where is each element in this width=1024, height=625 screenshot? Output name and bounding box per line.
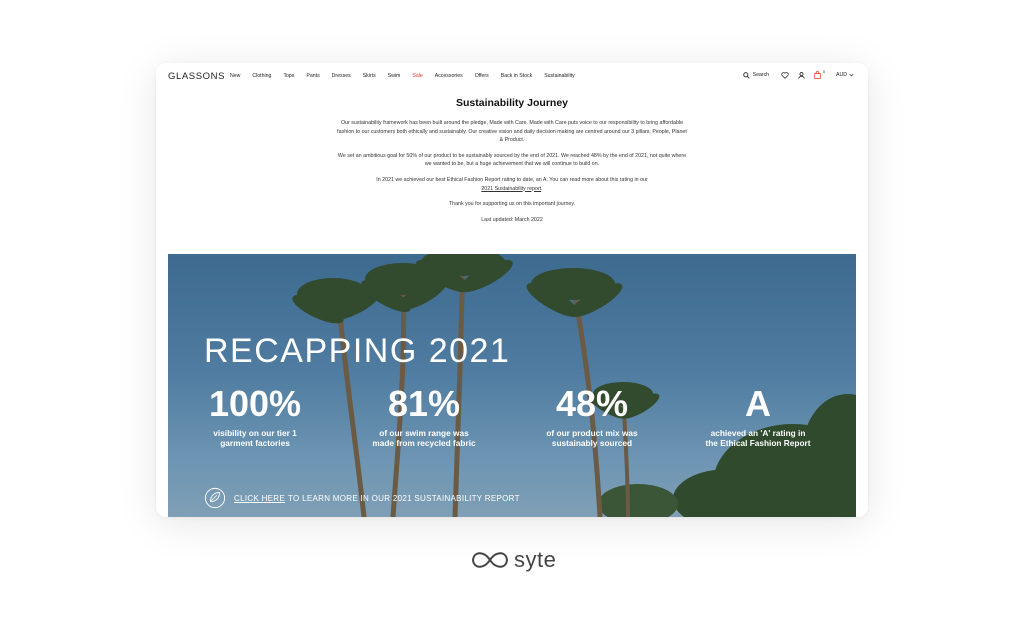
cta-text: TO LEARN MORE IN OUR 2021 SUSTAINABILITY… xyxy=(288,493,520,503)
syte-brand: syte xyxy=(470,547,556,573)
browser-card: GLASSONS New Clothing Tops Pants Dresses… xyxy=(156,63,868,517)
wishlist-button[interactable] xyxy=(781,71,789,79)
chevron-down-icon xyxy=(849,73,854,77)
stat-factory-visibility: 100% visibility on our tier 1 garment fac… xyxy=(190,383,320,449)
search-icon xyxy=(742,71,750,79)
shopping-bag-icon xyxy=(814,71,821,79)
menu-item-sale[interactable]: Sale xyxy=(412,73,422,79)
stat-sustainable-sourcing: 48% of our product mix was sustainably so… xyxy=(527,383,657,449)
menu-item-swim[interactable]: Swim xyxy=(388,73,401,79)
menu-item-new[interactable]: New xyxy=(230,73,240,79)
stat-value: A xyxy=(745,383,771,424)
top-nav: GLASSONS New Clothing Tops Pants Dresses… xyxy=(156,63,868,91)
recap-hero-banner[interactable]: RECAPPING 2021 100% visibility on our ti… xyxy=(168,254,856,517)
main-menu: New Clothing Tops Pants Dresses Skirts S… xyxy=(230,73,587,79)
menu-item-dresses[interactable]: Dresses xyxy=(332,73,351,79)
stat-ethical-rating: A achieved an 'A' rating in the Ethical F… xyxy=(693,383,823,449)
heart-icon xyxy=(781,71,789,79)
menu-item-sustainability[interactable]: Sustainability xyxy=(544,73,575,79)
syte-logo-icon xyxy=(471,552,509,568)
intro-paragraph-3-text: In 2021 we achieved our best Ethical Fas… xyxy=(376,176,648,183)
currency-label: AUD xyxy=(836,72,847,78)
stat-caption: achieved an 'A' rating in the Ethical Fas… xyxy=(705,428,811,448)
page-title: Sustainability Journey xyxy=(455,97,569,109)
menu-item-tops[interactable]: Tops xyxy=(283,73,294,79)
menu-item-clothing[interactable]: Clothing xyxy=(252,73,271,79)
menu-item-pants[interactable]: Pants xyxy=(306,73,319,79)
hero-title: RECAPPING 2021 xyxy=(204,332,511,370)
header-tools: Search 0 AUD xyxy=(742,69,854,79)
stat-value: 81% xyxy=(387,383,461,424)
stat-caption: visibility on our tier 1 garment factorie… xyxy=(213,428,297,448)
click-here-link[interactable]: CLICK HERE xyxy=(234,494,285,503)
intro-paragraph-3-end: . xyxy=(541,185,543,192)
menu-item-offers[interactable]: Offers xyxy=(475,73,489,79)
menu-item-skirts[interactable]: Skirts xyxy=(363,73,376,79)
stat-recycled-swim: 81% of our swim range was made from recyc… xyxy=(359,383,489,449)
stat-value: 48% xyxy=(555,383,629,424)
stat-caption: of our swim range was made from recycled … xyxy=(372,428,476,448)
currency-selector[interactable]: AUD xyxy=(836,72,854,78)
cart-count: 0 xyxy=(822,69,826,74)
account-button[interactable] xyxy=(798,71,805,79)
menu-item-accessories[interactable]: Accessories xyxy=(435,73,463,79)
syte-wordmark: syte xyxy=(514,547,557,572)
search-label: Search xyxy=(752,72,770,78)
user-icon xyxy=(798,71,805,79)
cart-button[interactable]: 0 xyxy=(814,69,825,79)
intro-paragraph-1: Our sustainability framework has been bu… xyxy=(337,120,687,144)
leaf-badge-icon xyxy=(204,487,226,509)
intro-paragraph-3: In 2021 we achieved our best Ethical Fas… xyxy=(336,176,688,193)
stat-value: 100% xyxy=(208,383,302,424)
intro-paragraph-2: We set an ambitious goal for 50% of our … xyxy=(337,152,687,168)
report-cta[interactable]: CLICK HERE TO LEARN MORE IN OUR 2021 SUS… xyxy=(204,487,520,509)
last-updated: Last updated: March 2022 xyxy=(481,216,543,223)
search-button[interactable]: Search xyxy=(742,71,770,79)
site-logo[interactable]: GLASSONS xyxy=(168,71,225,82)
menu-item-back-in-stock[interactable]: Back in Stock xyxy=(501,73,532,79)
sustainability-report-link[interactable]: 2021 Sustainability report xyxy=(481,186,541,192)
intro-paragraph-4: Thank you for supporting us on this impo… xyxy=(448,201,576,208)
stat-caption: of our product mix was sustainably source… xyxy=(546,428,638,448)
sustainability-intro: Sustainability Journey Our sustainabilit… xyxy=(336,97,688,231)
